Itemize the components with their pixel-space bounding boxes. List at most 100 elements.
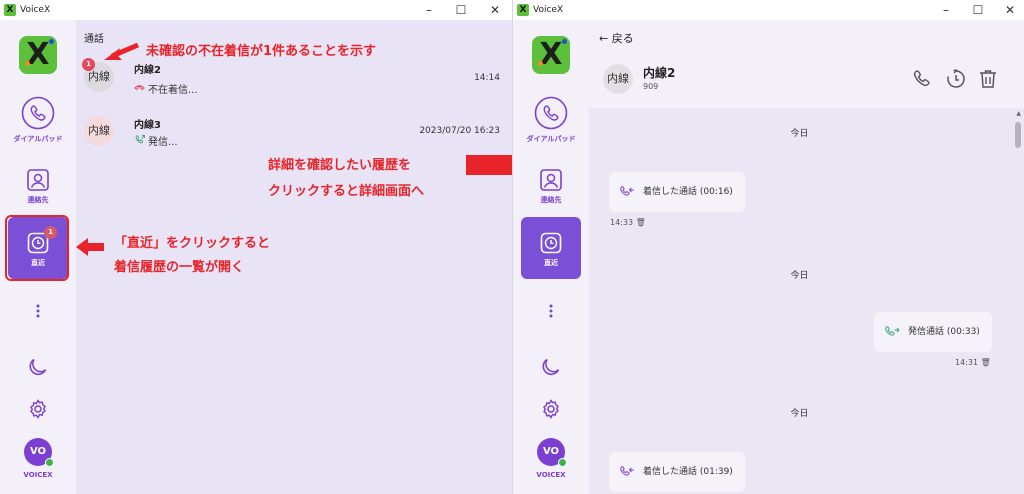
nav-dialpad-label: ダイアルパッド — [526, 135, 576, 143]
missed-call-icon — [134, 85, 145, 91]
history-entry-time: 14:33 🗑 — [610, 218, 646, 227]
incoming-call-icon — [620, 186, 634, 196]
contact-avatar: 内線 — [603, 64, 633, 94]
history-entry-text: 着信した通話 (01:39) — [643, 467, 733, 477]
settings-button[interactable] — [513, 398, 589, 420]
more-icon — [549, 304, 553, 318]
outgoing-call-icon — [885, 326, 900, 336]
history-entry-time: 14:31 🗑 — [955, 358, 991, 367]
history-timer-icon[interactable] — [945, 68, 967, 90]
settings-button[interactable] — [0, 398, 76, 420]
minimize-button[interactable]: – — [937, 2, 955, 18]
nav-contacts-label: 連絡先 — [27, 196, 49, 204]
arrow-left-icon: ← — [599, 32, 612, 45]
more-menu-button[interactable] — [513, 304, 589, 320]
voicex-window-left: X VoiceX – ☐ ✕ X ダイアルパッド 連絡先 1 直近 VO VOI… — [0, 0, 512, 494]
moon-icon — [542, 358, 560, 376]
call-detail-header: ← 戻る 内線 内線2 909 — [589, 20, 1024, 108]
clock-icon — [540, 232, 562, 254]
nav-contacts[interactable]: 連絡先 — [0, 168, 76, 205]
voicex-window-right: X VoiceX – ☐ ✕ X ダイアルパッド 連絡先 直近 VO VOICE… — [512, 0, 1024, 494]
outgoing-call-icon — [135, 135, 145, 144]
history-entry-incoming[interactable]: 着信した通話 (00:16) — [609, 172, 745, 212]
back-label: 戻る — [611, 32, 634, 45]
voicex-logo-icon: X — [19, 36, 57, 74]
more-menu-button[interactable] — [0, 304, 76, 320]
maximize-button[interactable]: ☐ — [969, 2, 987, 18]
history-entry-outgoing[interactable]: 発信通話 (00:33) — [874, 312, 992, 352]
sidebar: X ダイアルパッド 連絡先 1 直近 VO VOICEX — [0, 20, 76, 494]
contacts-icon — [540, 169, 562, 191]
call-status: 発信... — [148, 137, 178, 148]
theme-toggle-button[interactable] — [0, 356, 76, 378]
title-bar: X VoiceX – ☐ ✕ — [513, 0, 1024, 20]
annotation-missed: 未確認の不在着信が1件あることを示す — [146, 44, 377, 59]
call-history-list: ▲ 今日 着信した通話 (00:16) 14:33 🗑 今日 発信通話 (00:… — [589, 108, 1024, 494]
nav-recent-label: 直近 — [31, 259, 45, 267]
nav-dialpad[interactable]: ダイアルパッド — [513, 96, 589, 144]
nav-dialpad[interactable]: ダイアルパッド — [0, 96, 76, 144]
scrollbar[interactable] — [1014, 108, 1022, 494]
gear-icon — [30, 399, 46, 419]
user-label: VOICEX — [23, 471, 53, 479]
nav-contacts-label: 連絡先 — [540, 196, 562, 204]
user-label: VOICEX — [536, 471, 566, 479]
call-time: 2023/07/20 16:23 — [419, 126, 500, 136]
contact-avatar: 内線 — [84, 116, 114, 146]
annotation-detail-line2: クリックすると詳細画面へ — [268, 184, 425, 199]
window-title: VoiceX — [20, 5, 51, 15]
moon-icon — [29, 358, 47, 376]
incoming-call-icon — [620, 466, 634, 476]
missed-call-badge: 1 — [82, 58, 95, 71]
online-status-dot — [558, 458, 567, 467]
more-icon — [36, 304, 40, 318]
trash-icon[interactable]: 🗑 — [636, 218, 646, 227]
call-name: 内線3 — [134, 120, 161, 131]
annotation-arrow-missed — [104, 42, 140, 60]
app-logo-icon: X — [4, 4, 16, 16]
day-label: 今日 — [790, 129, 809, 139]
annotation-recent-line1: 「直近」をクリックすると — [114, 236, 271, 251]
call-time: 14:14 — [474, 73, 500, 83]
call-phone-icon[interactable] — [911, 68, 933, 90]
minimize-button[interactable]: – — [420, 2, 438, 18]
nav-recent-label: 直近 — [544, 259, 558, 267]
recent-badge: 1 — [44, 226, 57, 239]
trash-icon[interactable] — [977, 68, 999, 90]
phone-icon — [21, 96, 55, 130]
annotation-arrow-recent — [76, 238, 104, 256]
trash-icon[interactable]: 🗑 — [981, 358, 991, 367]
history-entry-incoming[interactable]: 着信した通話 (01:39) — [609, 452, 745, 492]
contact-name: 内線2 — [643, 66, 676, 80]
sidebar: X ダイアルパッド 連絡先 直近 VO VOICEX — [513, 20, 589, 494]
window-title: VoiceX — [533, 5, 564, 15]
scroll-thumb[interactable] — [1015, 122, 1021, 148]
back-button[interactable]: ← 戻る — [599, 30, 634, 46]
history-entry-text: 発信通話 (00:33) — [908, 327, 980, 337]
day-label: 今日 — [790, 409, 809, 419]
maximize-button[interactable]: ☐ — [452, 2, 470, 18]
close-button[interactable]: ✕ — [486, 2, 504, 18]
call-status: 不在着信... — [148, 85, 198, 96]
user-avatar[interactable]: VO — [24, 438, 54, 467]
user-avatar[interactable]: VO — [537, 438, 567, 467]
nav-contacts[interactable]: 連絡先 — [513, 168, 589, 205]
online-status-dot — [45, 458, 54, 467]
close-button[interactable]: ✕ — [1001, 2, 1019, 18]
annotation-recent-line2: 着信履歴の一覧が開く — [114, 260, 245, 275]
annotation-detail-line1: 詳細を確認したい履歴を — [268, 158, 412, 173]
call-row[interactable]: 内線 内線3 発信... 2023/07/20 16:23 — [76, 110, 512, 158]
call-list-header: 通話 — [84, 34, 104, 45]
phone-icon — [534, 96, 568, 130]
scroll-up-arrow-icon[interactable]: ▲ — [1016, 110, 1021, 117]
day-label: 今日 — [790, 271, 809, 281]
history-entry-text: 着信した通話 (00:16) — [643, 187, 733, 197]
contact-number: 909 — [643, 82, 659, 91]
gear-icon — [543, 399, 559, 419]
contacts-icon — [27, 169, 49, 191]
theme-toggle-button[interactable] — [513, 356, 589, 378]
title-bar: X VoiceX – ☐ ✕ — [0, 0, 512, 20]
nav-dialpad-label: ダイアルパッド — [13, 135, 63, 143]
app-logo-icon: X — [517, 4, 529, 16]
voicex-logo-icon: X — [532, 36, 570, 74]
